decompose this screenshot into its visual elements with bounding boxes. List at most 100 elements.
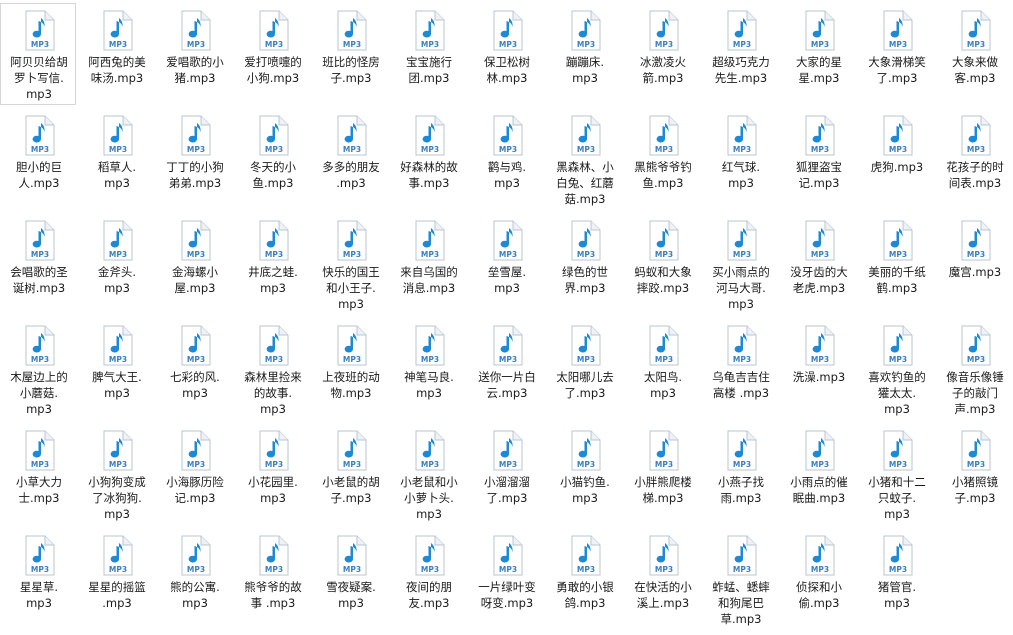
file-item[interactable]: MP3 小猫钓鱼. mp3 xyxy=(546,423,622,525)
file-name-line: mp3 xyxy=(26,596,52,610)
file-item[interactable]: MP3 喜欢钓鱼的 獾太太. mp3 xyxy=(858,318,934,420)
file-item[interactable]: MP3 小猪和十二 只蚊子. mp3 xyxy=(858,423,934,525)
svg-text:MP3: MP3 xyxy=(343,355,361,364)
file-item[interactable]: MP3 阿贝贝给胡 罗卜写信. mp3 xyxy=(0,3,76,105)
file-item[interactable]: MP3 垒雪屋. mp3 xyxy=(468,213,544,315)
file-item[interactable]: MP3 小溜溜溜 了.mp3 xyxy=(468,423,544,525)
file-item[interactable]: MP3 神笔马良. mp3 xyxy=(390,318,466,420)
file-item[interactable]: MP3 洗澡.mp3 xyxy=(780,318,856,420)
file-item[interactable]: MP3 像音乐像锤 子的敲门 声.mp3 xyxy=(936,318,1012,420)
mp3-file-icon: MP3 xyxy=(723,430,759,472)
file-item[interactable]: MP3 蹦蹦床. mp3 xyxy=(546,3,622,105)
file-name-label: 冰激凌火 箭.mp3 xyxy=(625,54,701,86)
file-item[interactable]: MP3 稻草人. mp3 xyxy=(78,108,154,210)
file-item[interactable]: MP3 宝宝施行 团.mp3 xyxy=(390,3,466,105)
file-name-line: 箭.mp3 xyxy=(642,71,684,85)
file-item[interactable]: MP3 班比的怪房 子.mp3 xyxy=(312,3,388,105)
file-item[interactable]: MP3 雪夜疑案. mp3 xyxy=(312,528,388,630)
file-name-line: 消息.mp3 xyxy=(402,281,456,295)
file-name-label: 乌龟吉吉住 高楼 .mp3 xyxy=(703,369,779,401)
file-item[interactable]: MP3 买小雨点的 河马大哥. mp3 xyxy=(702,213,778,315)
file-name-label: 一片绿叶变 呀变.mp3 xyxy=(469,579,545,611)
svg-text:MP3: MP3 xyxy=(109,40,127,49)
file-name-line: mp3 xyxy=(26,402,52,416)
file-name-line: 大家的星 xyxy=(796,55,842,69)
file-item[interactable]: MP3 丁丁的小狗 弟弟.mp3 xyxy=(156,108,232,210)
file-item[interactable]: MP3 红气球. mp3 xyxy=(702,108,778,210)
file-item[interactable]: MP3 小老鼠和小 小萝卜头. mp3 xyxy=(390,423,466,525)
file-item[interactable]: MP3 黑熊爷爷钓 鱼.mp3 xyxy=(624,108,700,210)
file-item[interactable]: MP3 森林里捡来 的故事. mp3 xyxy=(234,318,310,420)
file-item[interactable]: MP3 狐狸盗宝 记.mp3 xyxy=(780,108,856,210)
file-item[interactable]: MP3 熊的公寓. mp3 xyxy=(156,528,232,630)
file-item[interactable]: MP3 爱唱歌的小 猪.mp3 xyxy=(156,3,232,105)
file-item[interactable]: MP3 冬天的小 鱼.mp3 xyxy=(234,108,310,210)
file-item[interactable]: MP3 小草大力 士.mp3 xyxy=(0,423,76,525)
file-item[interactable]: MP3 美丽的千纸 鹤.mp3 xyxy=(858,213,934,315)
file-item[interactable]: MP3 保卫松树 林.mp3 xyxy=(468,3,544,105)
file-item[interactable]: MP3 小雨点的催 眠曲.mp3 xyxy=(780,423,856,525)
file-item[interactable]: MP3 小燕子找 雨.mp3 xyxy=(702,423,778,525)
file-item[interactable]: MP3 七彩的风. mp3 xyxy=(156,318,232,420)
file-item[interactable]: MP3 小花园里. mp3 xyxy=(234,423,310,525)
file-item[interactable]: MP3 好森林的故 事.mp3 xyxy=(390,108,466,210)
file-item[interactable]: MP3 花孩子的时 间表.mp3 xyxy=(936,108,1012,210)
file-item[interactable]: MP3 爱打喷嚏的 小狗.mp3 xyxy=(234,3,310,105)
file-item[interactable]: MP3 虎狗.mp3 xyxy=(858,108,934,210)
file-name-label: 七彩的风. mp3 xyxy=(157,369,233,401)
file-item[interactable]: MP3 金斧头. mp3 xyxy=(78,213,154,315)
file-item[interactable]: MP3 蚱蜢、蟋蟀 和狗尾巴 草.mp3 xyxy=(702,528,778,630)
file-item[interactable]: MP3 蚂蚁和大象 摔跤.mp3 xyxy=(624,213,700,315)
file-item[interactable]: MP3 大象滑梯笑 了.mp3 xyxy=(858,3,934,105)
file-name-line: 小猪和十二 xyxy=(868,475,926,489)
file-item[interactable]: MP3 会唱歌的圣 诞树.mp3 xyxy=(0,213,76,315)
file-item[interactable]: MP3 猪管官. mp3 xyxy=(858,528,934,630)
file-item[interactable]: MP3 小猪照镜 子.mp3 xyxy=(936,423,1012,525)
file-item[interactable]: MP3 木屋边上的 小蘑菇. mp3 xyxy=(0,318,76,420)
file-item[interactable]: MP3 熊爷爷的故事 .mp3 xyxy=(234,528,310,630)
file-item[interactable]: MP3 乌龟吉吉住 高楼 .mp3 xyxy=(702,318,778,420)
file-item[interactable]: MP3 脾气大王. mp3 xyxy=(78,318,154,420)
mp3-file-icon: MP3 xyxy=(21,430,57,472)
mp3-file-icon: MP3 xyxy=(255,115,291,157)
file-item[interactable]: MP3 星星草. mp3 xyxy=(0,528,76,630)
file-list-view[interactable]: MP3 阿贝贝给胡 罗卜写信. mp3 MP3 阿西兔的美 味汤.mp3 MP3 爱唱… xyxy=(0,0,1013,635)
file-item[interactable]: MP3 送你一片白 云.mp3 xyxy=(468,318,544,420)
file-item[interactable]: MP3 超级巧克力 先生.mp3 xyxy=(702,3,778,105)
file-item[interactable]: MP3 大象来做 客.mp3 xyxy=(936,3,1012,105)
file-item[interactable]: MP3 大家的星 星.mp3 xyxy=(780,3,856,105)
file-item[interactable]: MP3 井底之蛙. mp3 xyxy=(234,213,310,315)
file-item[interactable]: MP3 夜间的朋 友.mp3 xyxy=(390,528,466,630)
file-item[interactable]: MP3 绿色的世 界.mp3 xyxy=(546,213,622,315)
file-item[interactable]: MP3 太阳哪儿去 了.mp3 xyxy=(546,318,622,420)
file-name-line: 鱼.mp3 xyxy=(642,176,684,190)
file-item[interactable]: MP3 上夜班的动 物.mp3 xyxy=(312,318,388,420)
svg-text:MP3: MP3 xyxy=(421,460,439,469)
svg-text:MP3: MP3 xyxy=(343,145,361,154)
file-item[interactable]: MP3 多多的朋友 .mp3 xyxy=(312,108,388,210)
file-item[interactable]: MP3 冰激凌火 箭.mp3 xyxy=(624,3,700,105)
file-item[interactable]: MP3 小狗狗变成 了冰狗狗. mp3 xyxy=(78,423,154,525)
mp3-file-icon: MP3 xyxy=(801,325,837,367)
file-item[interactable]: MP3 快乐的国王 和小王子. mp3 xyxy=(312,213,388,315)
file-item[interactable]: MP3 鹳与鸡. mp3 xyxy=(468,108,544,210)
file-item[interactable]: MP3 魔宫.mp3 xyxy=(936,213,1012,315)
svg-text:MP3: MP3 xyxy=(421,40,439,49)
file-item[interactable]: MP3 在快活的小 溪上.mp3 xyxy=(624,528,700,630)
file-item[interactable]: MP3 太阳鸟. mp3 xyxy=(624,318,700,420)
file-item[interactable]: MP3 侦探和小 偷.mp3 xyxy=(780,528,856,630)
file-item[interactable]: MP3 小海豚历险 记.mp3 xyxy=(156,423,232,525)
file-item[interactable]: MP3 小胖熊爬楼 梯.mp3 xyxy=(624,423,700,525)
file-item[interactable]: MP3 来自乌国的 消息.mp3 xyxy=(390,213,466,315)
file-item[interactable]: MP3 黑森林、小 白兔、红蘑 菇.mp3 xyxy=(546,108,622,210)
mp3-file-icon: MP3 xyxy=(99,220,135,262)
file-item[interactable]: MP3 勇敢的小银 鸽.mp3 xyxy=(546,528,622,630)
file-item[interactable]: MP3 没牙齿的大 老虎.mp3 xyxy=(780,213,856,315)
file-item[interactable]: MP3 金海螺小 屋.mp3 xyxy=(156,213,232,315)
file-item[interactable]: MP3 星星的摇篮 .mp3 xyxy=(78,528,154,630)
file-item[interactable]: MP3 胆小的巨 人.mp3 xyxy=(0,108,76,210)
file-item[interactable]: MP3 小老鼠的胡 子.mp3 xyxy=(312,423,388,525)
file-name-line: mp3 xyxy=(884,507,910,521)
file-item[interactable]: MP3 一片绿叶变 呀变.mp3 xyxy=(468,528,544,630)
file-item[interactable]: MP3 阿西兔的美 味汤.mp3 xyxy=(78,3,154,105)
